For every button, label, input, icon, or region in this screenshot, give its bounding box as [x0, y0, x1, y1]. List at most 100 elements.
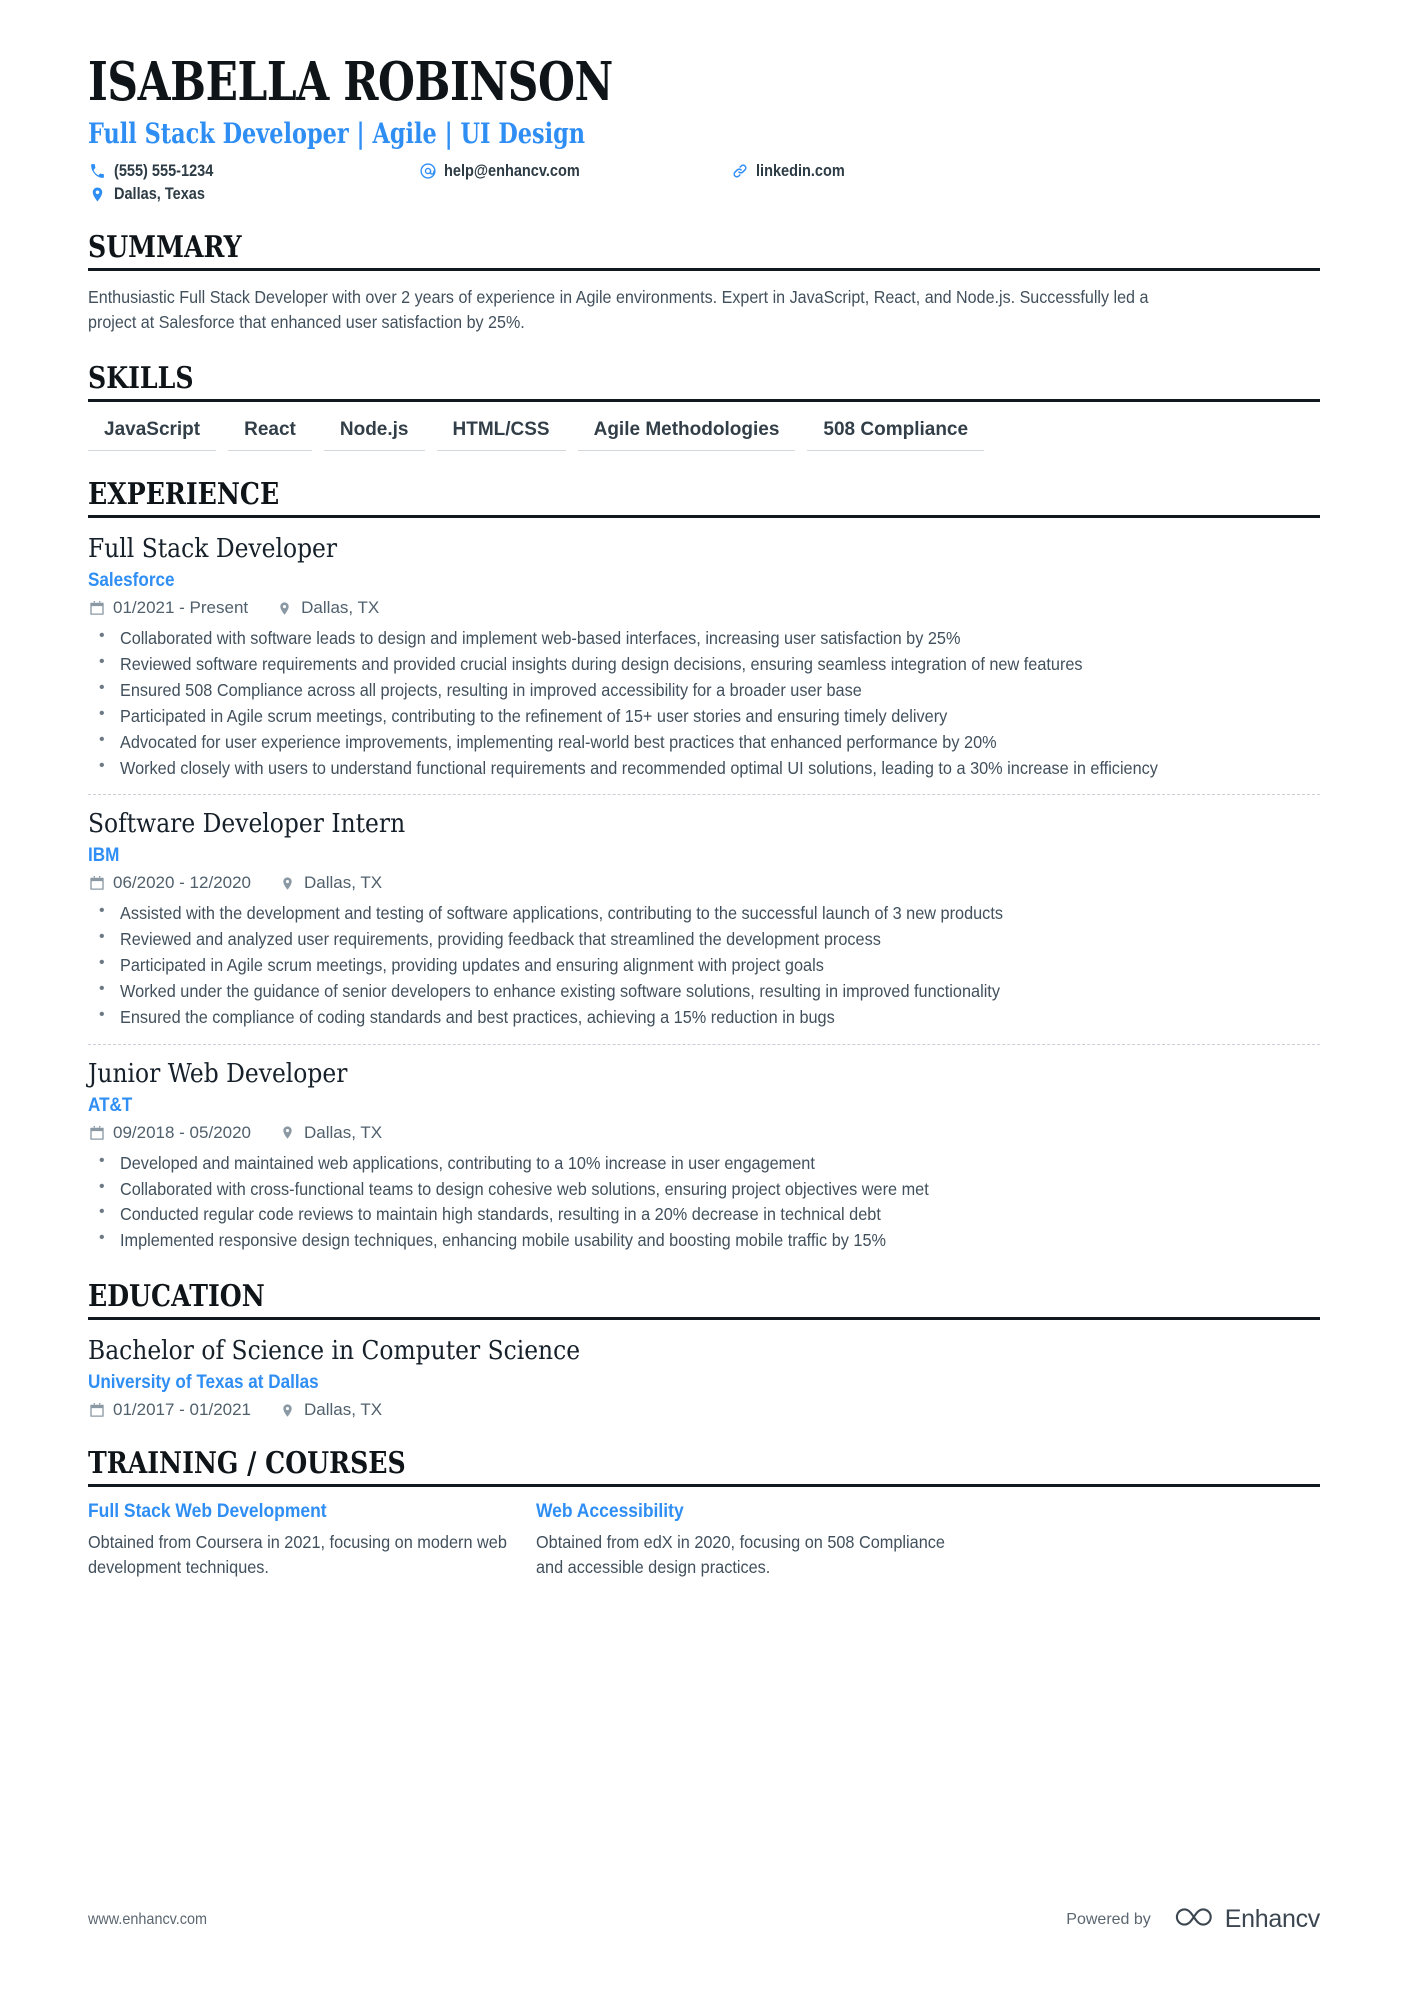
skills-heading-rule: SKILLS [88, 361, 1320, 403]
bullet-item: Assisted with the development and testin… [88, 900, 1320, 926]
skill-chip: Node.js [323, 416, 425, 452]
bullet-item: Worked closely with users to understand … [88, 755, 1320, 781]
experience-entry: Software Developer Intern IBM 06/2020 - … [88, 807, 1320, 1029]
entry-dates: 01/2021 - Present [88, 598, 248, 618]
bullet-item: Worked under the guidance of senior deve… [88, 978, 1320, 1004]
entry-location-value: Dallas, TX [304, 873, 383, 893]
entry-meta: 06/2020 - 12/2020 Dallas, TX [88, 873, 1320, 893]
entry-dates-value: 01/2017 - 01/2021 [113, 1400, 252, 1420]
page-footer: www.enhancv.com Powered by Enhancv [88, 1904, 1320, 1935]
degree-title: Bachelor of Science in Computer Science [88, 1336, 581, 1367]
entry-meta: 01/2021 - Present Dallas, TX [88, 598, 1320, 618]
section-title-skills: SKILLS [88, 361, 194, 397]
company-name[interactable]: AT&T [88, 1095, 1197, 1117]
bullet-item: Participated in Agile scrum meetings, co… [88, 703, 1320, 729]
bullet-item: Conducted regular code reviews to mainta… [88, 1201, 1320, 1227]
email-icon [418, 162, 437, 181]
bullet-item: Reviewed and analyzed user requirements,… [88, 926, 1320, 952]
entry-dates: 09/2018 - 05/2020 [88, 1123, 251, 1143]
footer-brand: Powered by Enhancv [1066, 1904, 1320, 1935]
phone-icon [88, 162, 107, 181]
entry-dates: 06/2020 - 12/2020 [88, 873, 251, 893]
location-pin-icon [279, 1402, 296, 1419]
bullet-item: Advocated for user experience improvemen… [88, 729, 1320, 755]
experience-heading-rule: EXPERIENCE [88, 477, 1320, 519]
calendar-icon [88, 1124, 105, 1141]
contact-location: Dallas, Texas [88, 185, 418, 204]
section-education: EDUCATION Bachelor of Science in Compute… [88, 1279, 1320, 1420]
entry-meta: 09/2018 - 05/2020 Dallas, TX [88, 1123, 1320, 1143]
experience-entry: Full Stack Developer Salesforce 01/2021 … [88, 532, 1320, 780]
company-name[interactable]: IBM [88, 845, 1197, 867]
bullet-item: Collaborated with cross-functional teams… [88, 1176, 1320, 1202]
bullet-item: Ensured the compliance of coding standar… [88, 1004, 1320, 1030]
skill-chip: React [228, 416, 312, 452]
calendar-icon [88, 875, 105, 892]
job-title: Full Stack Developer [88, 534, 338, 565]
skill-chip: Agile Methodologies [577, 416, 796, 452]
education-entry: Bachelor of Science in Computer Science … [88, 1334, 1320, 1420]
entry-separator [88, 1043, 1320, 1045]
bullet-item: Implemented responsive design techniques… [88, 1227, 1320, 1253]
job-title: Junior Web Developer [88, 1058, 348, 1089]
contact-email[interactable]: help@enhancv.com [418, 162, 730, 181]
section-summary: SUMMARY Enthusiastic Full Stack Develope… [88, 230, 1320, 336]
company-name[interactable]: Salesforce [88, 570, 1197, 592]
bullet-item: Collaborated with software leads to desi… [88, 625, 1320, 651]
contact-linkedin[interactable]: linkedin.com [730, 162, 857, 181]
powered-by-label: Powered by [1066, 1910, 1151, 1928]
location-pin-icon [276, 600, 293, 617]
course-item: Full Stack Web Development Obtained from… [88, 1501, 518, 1580]
training-heading-rule: TRAINING / COURSES [88, 1446, 1320, 1488]
education-heading-rule: EDUCATION [88, 1279, 1320, 1321]
candidate-headline: Full Stack Developer | Agile | UI Design [88, 116, 586, 150]
entry-bullets: Collaborated with software leads to desi… [88, 625, 1320, 781]
section-title-education: EDUCATION [88, 1279, 265, 1315]
section-title-training: TRAINING / COURSES [88, 1446, 406, 1482]
bullet-item: Ensured 508 Compliance across all projec… [88, 677, 1320, 703]
entry-location: Dallas, TX [279, 1123, 382, 1143]
contact-info: (555) 555-1234 help@enhancv.com linkedin… [88, 162, 1320, 204]
bullet-item: Reviewed software requirements and provi… [88, 651, 1320, 677]
summary-text: Enthusiastic Full Stack Developer with o… [88, 286, 1149, 333]
calendar-icon [88, 1402, 105, 1419]
contact-linkedin-value: linkedin.com [756, 161, 845, 180]
entry-dates-value: 01/2021 - Present [113, 598, 249, 618]
entry-bullets: Developed and maintained web application… [88, 1150, 1320, 1253]
entry-dates-value: 09/2018 - 05/2020 [113, 1122, 252, 1142]
entry-location-value: Dallas, TX [301, 598, 380, 618]
contact-row-1: (555) 555-1234 help@enhancv.com linkedin… [88, 162, 1320, 181]
school-name[interactable]: University of Texas at Dallas [88, 1372, 1197, 1394]
resume-page: ISABELLA ROBINSON Full Stack Developer |… [0, 0, 1410, 1995]
course-description: Obtained from edX in 2020, focusing on 5… [536, 1532, 945, 1577]
candidate-name: ISABELLA ROBINSON [88, 51, 613, 113]
course-title[interactable]: Full Stack Web Development [88, 1501, 484, 1523]
contact-email-value: help@enhancv.com [444, 161, 580, 180]
location-pin-icon [279, 1124, 296, 1141]
entry-location-value: Dallas, TX [304, 1400, 383, 1420]
course-item: Web Accessibility Obtained from edX in 2… [536, 1501, 966, 1580]
contact-phone-value: (555) 555-1234 [114, 161, 214, 180]
entry-location-value: Dallas, TX [304, 1122, 383, 1142]
section-skills: SKILLS JavaScript React Node.js HTML/CSS… [88, 361, 1320, 452]
bullet-item: Developed and maintained web application… [88, 1150, 1320, 1176]
entry-meta: 01/2017 - 01/2021 Dallas, TX [88, 1400, 1320, 1420]
course-title[interactable]: Web Accessibility [536, 1501, 932, 1523]
section-title-experience: EXPERIENCE [88, 477, 280, 513]
location-pin-icon [88, 185, 107, 204]
job-title: Software Developer Intern [88, 809, 406, 840]
experience-entry: Junior Web Developer AT&T 09/2018 - 05/2… [88, 1057, 1320, 1253]
entry-bullets: Assisted with the development and testin… [88, 900, 1320, 1030]
entry-location: Dallas, TX [279, 873, 382, 893]
infinity-loop-icon [1173, 1904, 1215, 1935]
contact-row-2: Dallas, Texas [88, 185, 1320, 204]
brand-name: Enhancv [1224, 1905, 1321, 1933]
contact-location-value: Dallas, Texas [114, 184, 205, 203]
contact-phone[interactable]: (555) 555-1234 [88, 162, 418, 181]
skill-chip: HTML/CSS [436, 416, 566, 452]
enhancv-logo: Enhancv [1173, 1904, 1320, 1935]
footer-url[interactable]: www.enhancv.com [88, 1911, 207, 1929]
link-icon [730, 162, 749, 181]
section-title-summary: SUMMARY [88, 229, 242, 265]
summary-heading-rule: SUMMARY [88, 230, 1320, 271]
